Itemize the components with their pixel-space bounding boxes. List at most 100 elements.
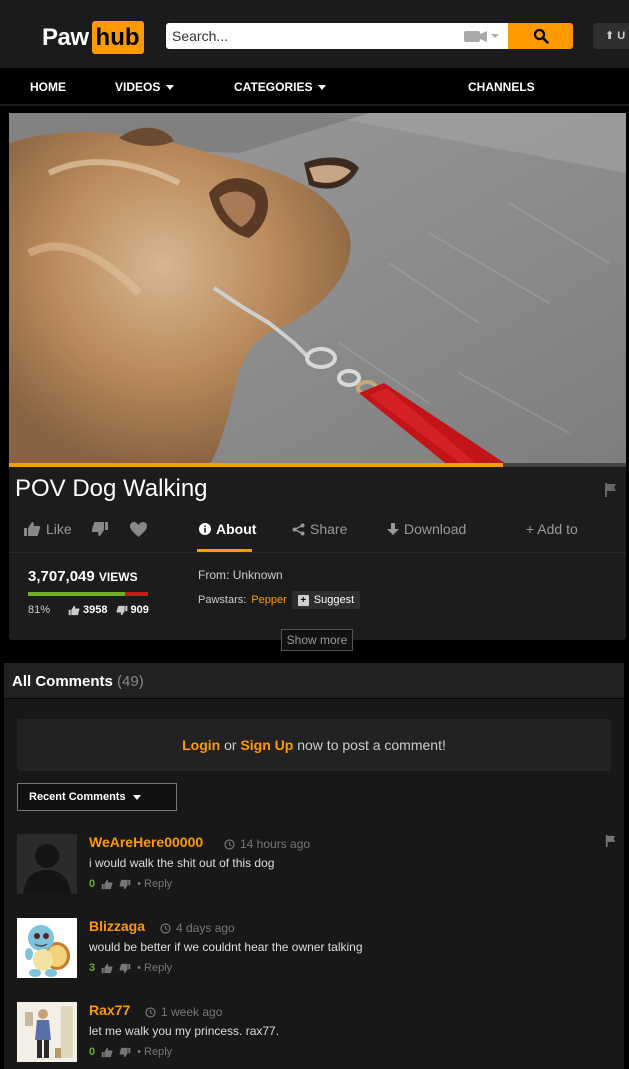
tab-about-label: About [216,521,257,537]
comment-timestamp: 14 hours ago [224,837,310,851]
show-more-button[interactable]: Show more [281,629,353,651]
comment-username[interactable]: Rax77 [89,1002,130,1018]
info-icon [199,523,211,535]
nav-videos[interactable]: VIDEOS [115,68,175,106]
avatar[interactable] [17,834,77,894]
thumbs-down-icon [116,605,127,615]
tab-add-to-label: + Add to [526,521,578,537]
likes-count: 3958 [83,604,108,616]
logo-text-primary: Paw [42,23,89,51]
heart-icon [130,521,147,537]
reply-link[interactable]: • Reply [137,878,172,890]
thumbs-up-icon [24,522,41,536]
chevron-down-icon [132,794,141,800]
webcam-search-icon[interactable] [462,28,502,44]
favorite-button[interactable] [129,514,148,544]
reply-link[interactable]: • Reply [137,962,172,974]
search-input[interactable] [166,23,456,49]
comment-text: i would walk the shit out of this dog [89,856,275,870]
default-user-icon [17,834,77,894]
video-actions-row: Like About Share Download + Add to [9,514,626,552]
nav-home[interactable]: HOME [30,68,66,106]
video-source: From: Unknown [198,568,283,582]
video-frame-dog-walking [9,113,626,466]
view-count-number: 3,707,049 [28,568,95,585]
download-icon [387,522,399,535]
thumbs-up-icon[interactable] [101,1047,113,1058]
divider [9,552,626,553]
dislikes-count: 909 [130,604,149,616]
comments-title-label: All Comments [12,673,113,690]
video-player[interactable] [9,113,626,466]
tab-download[interactable]: Download [387,514,466,544]
search-button[interactable] [508,23,573,49]
like-label: Like [46,521,72,537]
thumbs-down-icon[interactable] [119,963,131,974]
suggest-label: Suggest [313,594,355,606]
squirtle-avatar-icon [17,918,77,978]
nav-channels[interactable]: CHANNELS [468,68,535,106]
comment-username[interactable]: Blizzaga [89,918,145,934]
pawstars-row: Pawstars: Pepper + Suggest [198,591,361,609]
view-count: 3,707,049 VIEWS [28,568,138,585]
tab-share[interactable]: Share [292,514,347,544]
comments-section: All Comments (49) Login or Sign Up now t… [4,663,624,1069]
signup-link[interactable]: Sign Up [240,737,293,753]
pawstar-link[interactable]: Pepper [251,594,286,606]
flag-icon[interactable] [605,834,617,848]
nav-home-label: HOME [30,80,66,94]
clock-icon [145,1006,156,1018]
login-prompt: Login or Sign Up now to post a comment! [17,719,611,771]
upload-arrow-icon: ⬆ [605,30,615,42]
comment-item: Blizzaga 4 days ago would be better if w… [17,918,617,982]
thumbs-up-icon[interactable] [101,879,113,890]
clock-icon [160,922,171,934]
comment-timestamp: 1 week ago [145,1005,222,1019]
from-value: Unknown [232,568,283,582]
nav-channels-label: CHANNELS [468,80,535,94]
flag-icon[interactable] [604,482,618,498]
rating-stats: 81% 3958 909 [28,604,149,616]
avatar[interactable] [17,1002,77,1062]
comment-text: let me walk you my princess. rax77. [89,1024,280,1038]
thumbs-down-icon [91,522,108,536]
tab-share-label: Share [310,521,348,537]
upload-label: U [617,30,626,42]
comment-score: 0 [89,878,96,890]
comment-item: WeAreHere00000 14 hours ago i would walk… [17,834,617,898]
login-link[interactable]: Login [182,737,220,753]
rating-bar-fill [28,592,126,596]
avatar[interactable] [17,918,77,978]
thumbs-down-icon[interactable] [119,1047,131,1058]
like-button[interactable]: Like [23,514,72,544]
comment-username[interactable]: WeAreHere00000 [89,834,203,850]
suggest-button[interactable]: + Suggest [291,591,361,609]
comment-actions: 3 • Reply [89,962,172,974]
login-suffix: now to post a comment! [297,737,446,753]
nav-categories[interactable]: CATEGORIES [234,68,327,106]
video-info-panel: POV Dog Walking Like About Share Downloa… [9,467,626,651]
comments-title: All Comments (49) [12,673,144,690]
tab-download-label: Download [404,521,467,537]
comment-score: 3 [89,962,96,974]
comment-time-text: 4 days ago [176,921,235,935]
comment-sort-dropdown[interactable]: Recent Comments [17,783,177,811]
person-photo-avatar-icon [17,1002,77,1062]
upload-button[interactable]: ⬆ U [593,23,629,49]
login-or: or [224,737,237,753]
thumbs-down-icon[interactable] [119,879,131,890]
tab-add-to[interactable]: + Add to [526,514,578,544]
rating-percent: 81% [28,604,51,616]
dislike-button[interactable] [91,514,109,544]
thumbs-up-icon[interactable] [101,963,113,974]
tab-about[interactable]: About [199,514,256,544]
comment-actions: 0 • Reply [89,878,172,890]
search-box [166,23,508,49]
comment-time-text: 14 hours ago [240,837,311,851]
reply-link[interactable]: • Reply [137,1046,172,1058]
comments-header: All Comments (49) [4,663,624,699]
from-label: From: [198,568,230,582]
rating-bar [28,592,148,596]
site-logo[interactable]: Paw hub [42,21,144,54]
chevron-down-icon [318,84,327,90]
